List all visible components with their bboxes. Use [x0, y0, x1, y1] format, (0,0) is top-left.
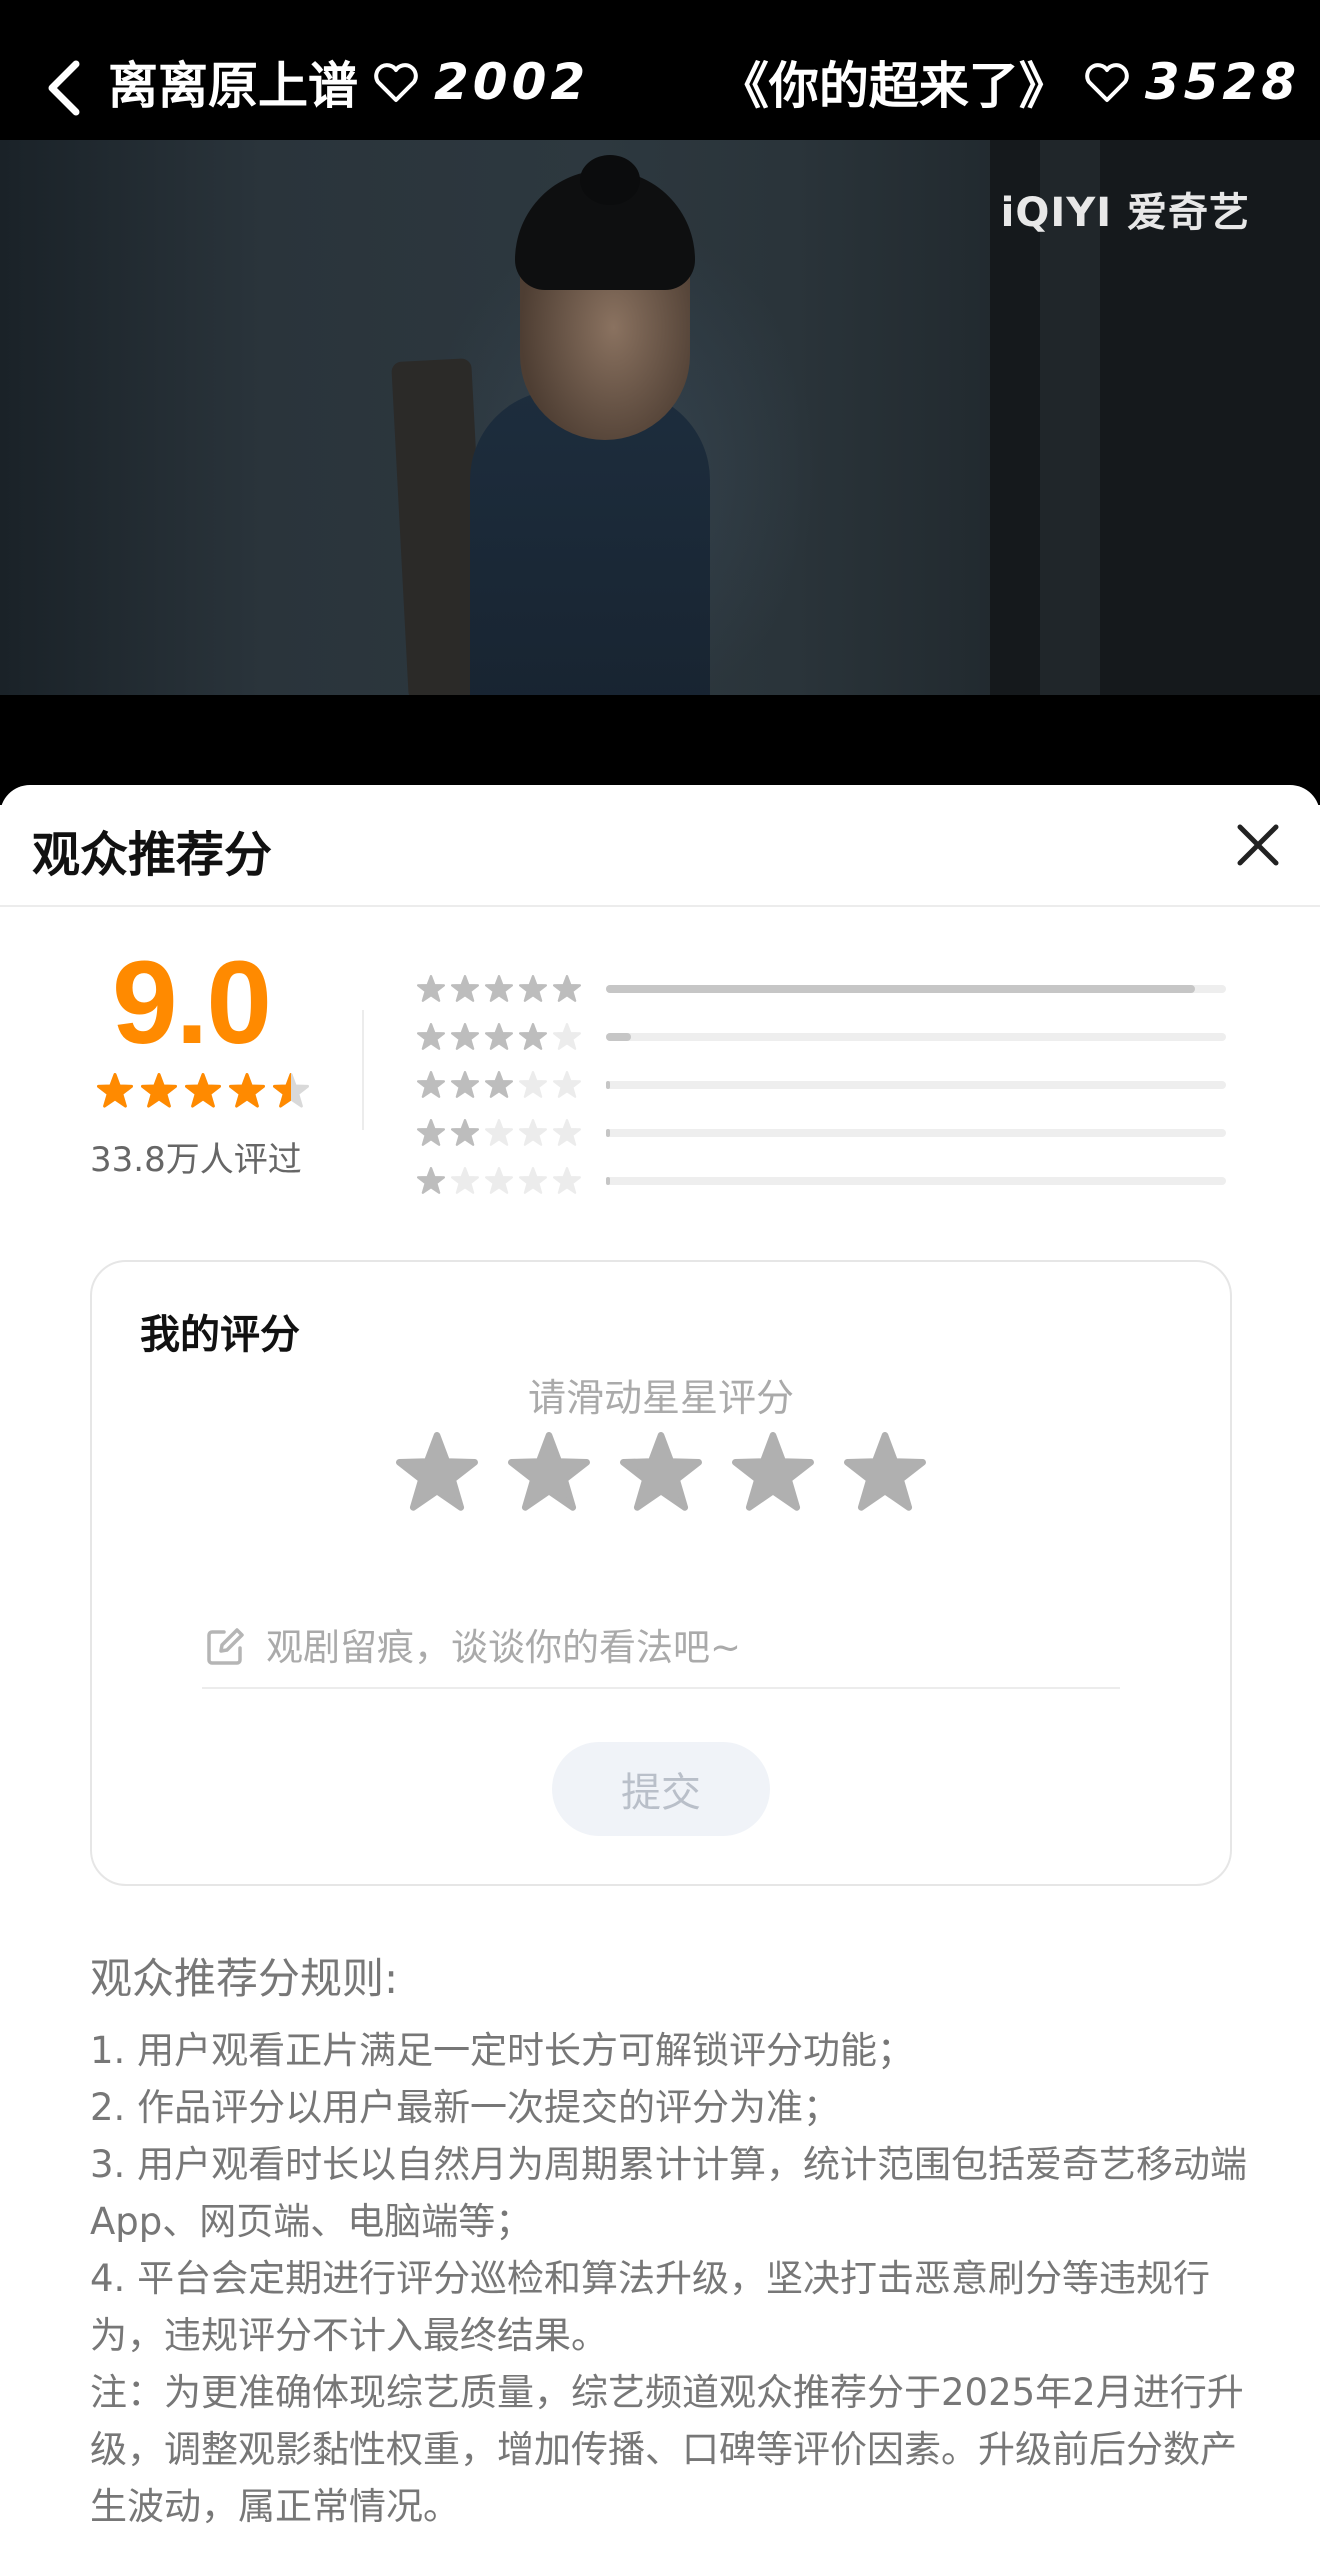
rating-distribution [416, 965, 1236, 1205]
star-icon [97, 1073, 133, 1108]
star-icon [451, 1023, 479, 1050]
average-score-stars [96, 1073, 310, 1109]
my-rating-card: 我的评分 请滑动星星评分 提交 [90, 1260, 1232, 1886]
star-icon[interactable] [507, 1432, 591, 1514]
comment-input[interactable] [264, 1624, 1068, 1670]
header-left-title: 离离原上谱 [108, 57, 358, 115]
star-icon [553, 1023, 581, 1050]
star-icon [229, 1073, 265, 1108]
rule-item: 3. 用户观看时长以自然月为周期累计计算，统计范围包括爱奇艺移动端App、网页端… [90, 2143, 1248, 2243]
distribution-bar [606, 1081, 1226, 1089]
distribution-stars [416, 1023, 606, 1051]
distribution-row [416, 965, 1236, 1013]
close-button[interactable] [1230, 817, 1286, 873]
star-icon [519, 1167, 547, 1194]
my-rating-title: 我的评分 [140, 1312, 300, 1358]
distribution-bar-fill [606, 1129, 610, 1137]
star-icon [451, 1167, 479, 1194]
rating-sheet: 观众推荐分 9.0 33.8万人评过 我的评分 请滑动星星评分 提交 观众推荐分… [0, 785, 1320, 2575]
heart-icon[interactable] [1083, 60, 1131, 104]
rating-stars-input[interactable] [92, 1432, 1230, 1514]
sheet-title: 观众推荐分 [32, 827, 273, 883]
star-icon [519, 1023, 547, 1050]
distribution-row [416, 1061, 1236, 1109]
iqiyi-watermark: iQIYI 爱奇艺 [1000, 190, 1250, 236]
star-icon [451, 1119, 479, 1146]
star-icon [553, 1119, 581, 1146]
star-icon [141, 1073, 177, 1108]
rules-list: 1. 用户观看正片满足一定时长方可解锁评分功能； 2. 作品评分以用户最新一次提… [90, 2022, 1250, 2535]
star-icon [185, 1073, 221, 1108]
distribution-bar-fill [606, 1033, 631, 1041]
right-like-count: 3528 [1144, 53, 1300, 111]
header-right-group: 《你的超来了》 3528 [719, 46, 1300, 118]
submit-button[interactable]: 提交 [552, 1742, 770, 1836]
video-frame[interactable]: iQIYI 爱奇艺 [0, 140, 1320, 695]
score-divider [362, 1010, 364, 1130]
left-like-count: 2002 [434, 53, 590, 111]
distribution-row [416, 1109, 1236, 1157]
star-icon[interactable] [619, 1432, 703, 1514]
star-icon [519, 1071, 547, 1098]
average-score: 9.0 [112, 937, 272, 1069]
star-icon [485, 975, 513, 1002]
rule-note: 注：为更准确体现综艺质量，综艺频道观众推荐分于2025年2月进行升级，调整观影黏… [90, 2371, 1244, 2528]
star-icon [451, 1071, 479, 1098]
distribution-bar [606, 1177, 1226, 1185]
chevron-left-icon [48, 60, 80, 116]
top-bar: 离离原上谱 2002 《你的超来了》 3528 [0, 0, 1320, 140]
star-icon [417, 1071, 445, 1098]
star-icon [273, 1073, 309, 1108]
edit-icon [207, 1628, 244, 1665]
star-icon [417, 1167, 445, 1194]
star-icon[interactable] [731, 1432, 815, 1514]
star-icon [553, 975, 581, 1002]
star-icon [417, 1119, 445, 1146]
distribution-stars [416, 1167, 606, 1195]
star-icon [417, 975, 445, 1002]
distribution-stars [416, 1071, 606, 1099]
distribution-row [416, 1157, 1236, 1205]
rule-item: 2. 作品评分以用户最新一次提交的评分为准； [90, 2086, 841, 2129]
rules-title: 观众推荐分规则: [90, 1954, 399, 2003]
distribution-bar [606, 1033, 1226, 1041]
rule-item: 1. 用户观看正片满足一定时长方可解锁评分功能； [90, 2029, 915, 2072]
star-icon [553, 1071, 581, 1098]
distribution-bar-fill [606, 985, 1195, 993]
close-icon [1237, 824, 1279, 866]
distribution-bar [606, 985, 1226, 993]
comment-row[interactable] [202, 1607, 1120, 1689]
star-icon [485, 1119, 513, 1146]
star-icon [485, 1023, 513, 1050]
star-icon [485, 1167, 513, 1194]
sheet-header: 观众推荐分 [0, 785, 1320, 907]
star-icon [519, 1119, 547, 1146]
header-left-group: 离离原上谱 2002 [108, 46, 589, 118]
distribution-stars [416, 1119, 606, 1147]
distribution-bar-fill [606, 1081, 610, 1089]
video-person-topknot [580, 155, 640, 205]
distribution-bar-fill [606, 1177, 610, 1185]
star-icon [553, 1167, 581, 1194]
slide-hint: 请滑动星星评分 [527, 1376, 794, 1420]
distribution-bar [606, 1129, 1226, 1137]
distribution-stars [416, 975, 606, 1003]
distribution-row [416, 1013, 1236, 1061]
star-icon [451, 975, 479, 1002]
star-icon [417, 1023, 445, 1050]
star-icon [519, 975, 547, 1002]
review-count: 33.8万人评过 [90, 1140, 302, 1180]
rule-item: 4. 平台会定期进行评分巡检和算法升级，坚决打击恶意刷分等违规行为，违规评分不计… [90, 2257, 1211, 2357]
header-right-title: 《你的超来了》 [718, 57, 1069, 115]
heart-icon[interactable] [372, 60, 420, 104]
star-icon[interactable] [395, 1432, 479, 1514]
star-icon[interactable] [843, 1432, 927, 1514]
star-icon [485, 1071, 513, 1098]
back-button[interactable] [44, 58, 84, 118]
